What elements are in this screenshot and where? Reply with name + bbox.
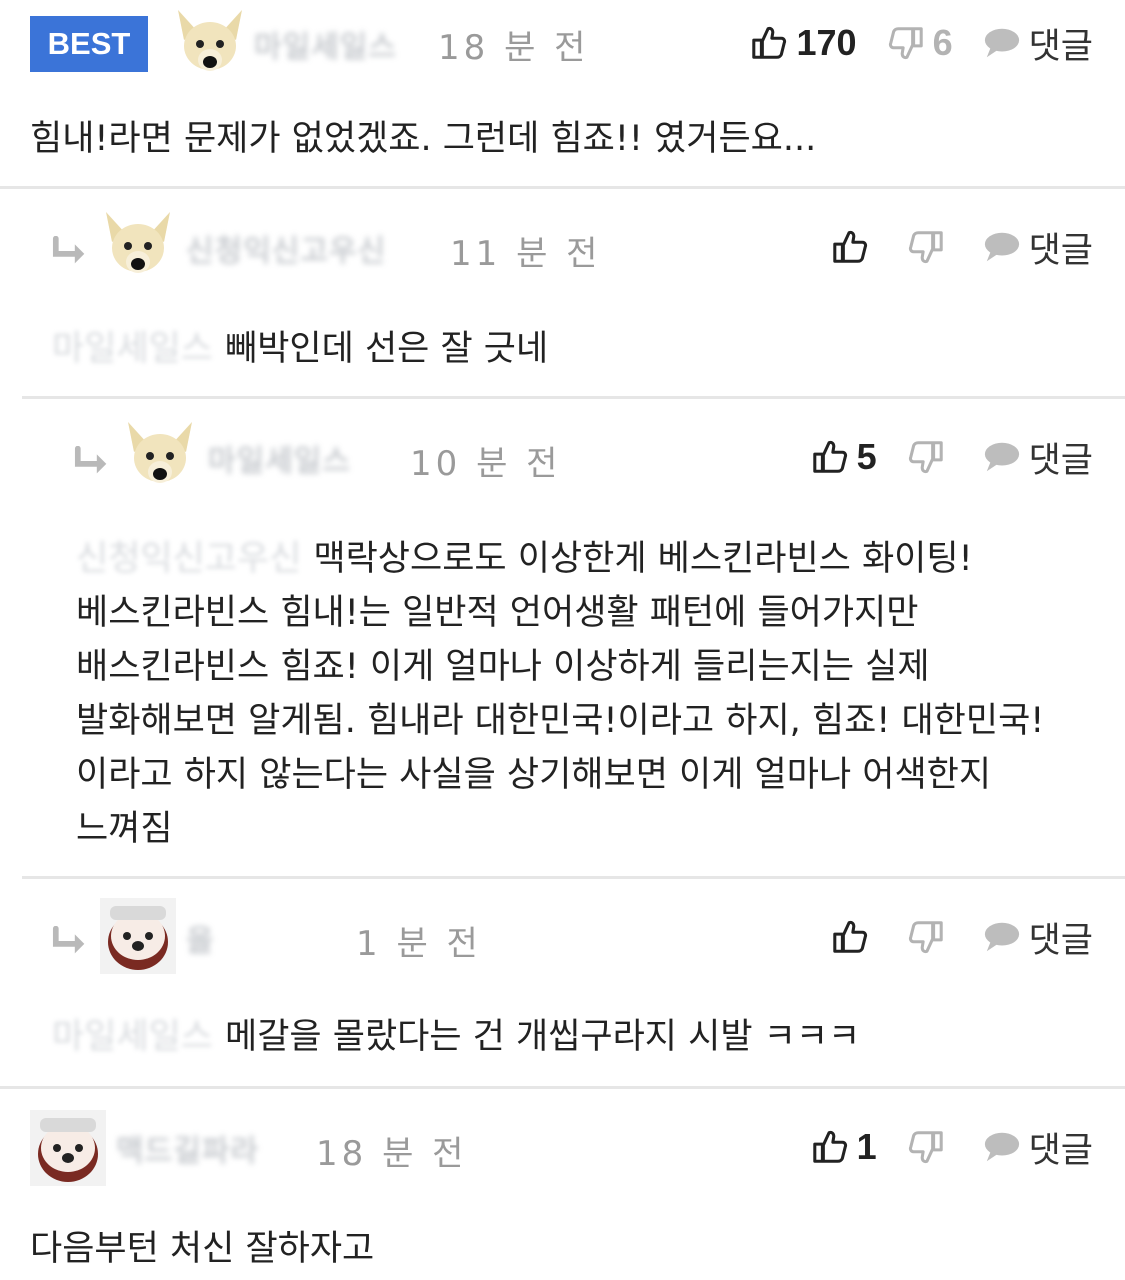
author-name[interactable]: 신청익신고우신 (186, 226, 386, 269)
like-count: 1 (856, 1126, 877, 1167)
thumbs-up-icon (750, 24, 788, 62)
reply-arrow-icon (74, 446, 112, 476)
like-button[interactable]: 5 (811, 436, 877, 478)
speech-bubble-icon (983, 230, 1021, 264)
comment-time: 1 분 전 (356, 924, 482, 964)
reply-button[interactable]: 댓글 (983, 222, 1093, 273)
comment-text-row: 마일세일스 메갈을 몰랐다는 건 개씹구라지 시발 ㅋㅋㅋ (52, 1010, 860, 1064)
thumbs-down-icon (907, 438, 945, 476)
reply-label: 댓글 (1028, 230, 1093, 271)
comment-text: 빼박인데 선은 잘 긋네 (225, 329, 549, 369)
like-button[interactable] (831, 228, 869, 266)
comment-actions: 1 댓글 (811, 1122, 1093, 1172)
divider (22, 396, 1125, 399)
dislike-button[interactable] (907, 438, 945, 476)
thumbs-down-icon (907, 1128, 945, 1166)
divider (0, 186, 1125, 189)
dislike-button[interactable]: 6 (887, 22, 953, 64)
like-count: 5 (856, 436, 877, 477)
comment-actions: 댓글 (831, 912, 1093, 962)
speech-bubble-icon (983, 440, 1021, 474)
comment-text-row: 신청익신고우신 맥락상으로도 이상한게 베스킨라빈스 화이팅! 베스킨라빈스 힘내… (76, 532, 1096, 856)
author-name[interactable]: 맥드길파라 (116, 1126, 259, 1169)
reply-label: 댓글 (1028, 440, 1093, 481)
comment-text: 다음부턴 처신 잘하자고 (30, 1229, 375, 1269)
author-name[interactable]: 마일세일스 (254, 22, 397, 65)
mention-tag[interactable]: 신청익신고우신 (76, 539, 301, 579)
like-button[interactable]: 1 (811, 1126, 877, 1168)
reply-arrow-icon (52, 236, 90, 266)
dislike-button[interactable] (907, 228, 945, 266)
mention-tag[interactable]: 마일세일스 (52, 329, 213, 369)
thumbs-up-icon (811, 438, 849, 476)
author-name[interactable]: 마일세일스 (208, 436, 351, 479)
like-button[interactable]: 170 (750, 22, 857, 64)
thumbs-down-icon (887, 24, 925, 62)
comment-text-row: 마일세일스 빼박인데 선은 잘 긋네 (52, 322, 548, 376)
reply-button[interactable]: 댓글 (983, 912, 1093, 963)
comment-actions: 5 댓글 (811, 432, 1093, 482)
dislike-button[interactable] (907, 1128, 945, 1166)
speech-bubble-icon (983, 26, 1021, 60)
thumbs-up-icon (831, 918, 869, 956)
avatar[interactable] (172, 6, 248, 82)
thumbs-up-icon (831, 228, 869, 266)
comment-actions: 댓글 (831, 222, 1093, 272)
author-name[interactable]: 을 (186, 916, 215, 959)
comment-time: 10 분 전 (410, 444, 562, 484)
comment-time: 18 분 전 (316, 1134, 468, 1174)
comment-time: 11 분 전 (450, 234, 602, 274)
comment-actions: 170 6 댓글 (750, 18, 1093, 68)
thumbs-up-icon (811, 1128, 849, 1166)
comment-text: 메갈을 몰랐다는 건 개씹구라지 시발 ㅋㅋㅋ (225, 1017, 861, 1057)
reply-button[interactable]: 댓글 (983, 432, 1093, 483)
avatar[interactable] (122, 418, 198, 494)
thumbs-down-icon (907, 918, 945, 956)
dislike-count: 6 (932, 22, 953, 63)
speech-bubble-icon (983, 920, 1021, 954)
divider (22, 876, 1125, 879)
like-button[interactable] (831, 918, 869, 956)
avatar[interactable] (30, 1110, 106, 1186)
comment-text: 힘내!라면 문제가 없었겠죠. 그런데 힘죠!! 였거든요... (30, 119, 817, 159)
avatar[interactable] (100, 208, 176, 284)
divider (0, 1086, 1125, 1089)
best-badge: BEST (30, 16, 148, 72)
speech-bubble-icon (983, 1130, 1021, 1164)
reply-button[interactable]: 댓글 (983, 18, 1093, 69)
avatar[interactable] (100, 898, 176, 974)
reply-label: 댓글 (1028, 920, 1093, 961)
dislike-button[interactable] (907, 918, 945, 956)
comment-text: 맥락상으로도 이상한게 베스킨라빈스 화이팅! 베스킨라빈스 힘내!는 일반적 … (76, 539, 1045, 849)
reply-label: 댓글 (1028, 26, 1093, 67)
reply-label: 댓글 (1028, 1130, 1093, 1171)
thumbs-down-icon (907, 228, 945, 266)
reply-button[interactable]: 댓글 (983, 1122, 1093, 1173)
like-count: 170 (796, 22, 857, 63)
reply-arrow-icon (52, 926, 90, 956)
comment-time: 18 분 전 (438, 28, 590, 68)
mention-tag[interactable]: 마일세일스 (52, 1017, 213, 1057)
